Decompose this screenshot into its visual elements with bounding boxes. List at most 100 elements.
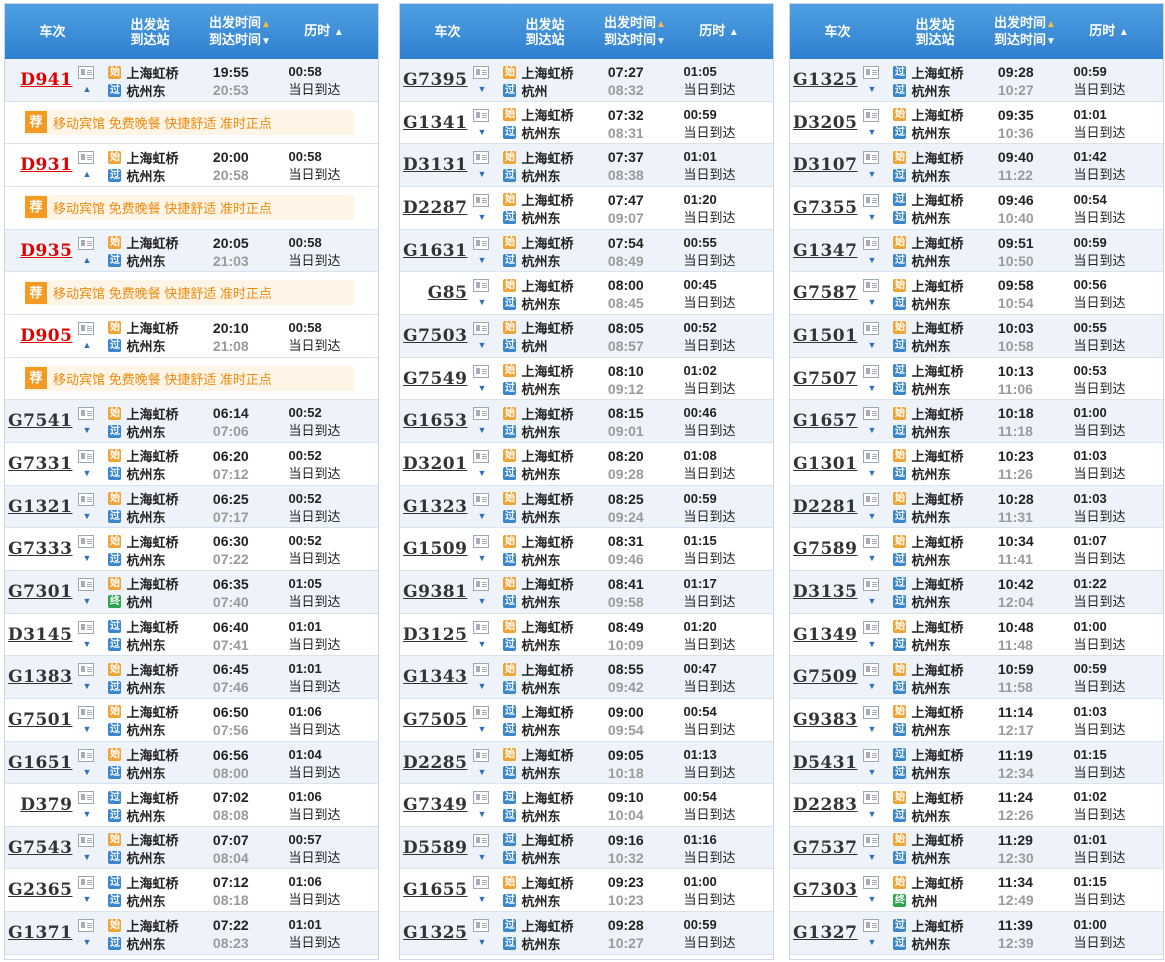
train-number-link[interactable]: G2365 [8,880,72,900]
train-info-icon[interactable] [473,66,490,79]
train-info-icon[interactable] [473,876,490,890]
train-number-link[interactable]: G1651 [8,753,72,773]
promo-row[interactable]: 荐移动宾馆 免费晚餐 快捷舒适 准时正点 [5,357,378,401]
expand-icon[interactable]: ▼ [478,511,487,521]
train-info-icon[interactable] [78,321,95,335]
train-number-link[interactable]: D3201 [403,454,468,474]
table-row[interactable]: G1383 ▼ 始上海虹桥过杭州东 06:45 07:46 01:01 当日到达 [5,656,378,699]
train-info-icon[interactable] [78,663,95,677]
table-row[interactable]: G1321 ▼ 始上海虹桥过杭州东 06:25 07:17 00:52 当日到达 [5,485,378,529]
table-row[interactable]: G1327 ▼ 过上海虹桥过杭州东 11:39 12:39 01:00 当日到达 [790,912,1163,955]
train-info-icon[interactable] [78,620,95,634]
train-number-link[interactable]: G85 [428,283,468,303]
expand-icon[interactable]: ▼ [478,852,487,862]
train-number-link[interactable]: G1631 [403,241,467,261]
train-number-link[interactable]: D2287 [403,198,468,218]
train-info-icon[interactable] [863,449,880,463]
train-number-link[interactable]: D2283 [793,795,858,815]
table-row[interactable]: G1657 ▼ 始上海虹桥过杭州东 10:18 11:18 01:00 当日到达 [790,400,1163,443]
train-info-icon[interactable] [473,535,490,549]
table-row[interactable]: D3205 ▼ 始上海虹桥过杭州东 09:35 10:36 01:01 当日到达 [790,101,1163,145]
train-number-link[interactable]: G7501 [8,710,72,730]
expand-icon[interactable]: ▼ [868,255,877,265]
sort-desc-icon[interactable]: ▼ [261,36,271,47]
table-row[interactable]: G7507 ▼ 过上海虹桥过杭州东 10:13 11:06 00:53 当日到达 [790,357,1163,401]
train-number-link[interactable]: G1371 [8,923,72,943]
expand-icon[interactable]: ▼ [868,852,877,862]
collapse-icon[interactable]: ▲ [83,340,92,350]
train-info-icon[interactable] [78,705,95,719]
collapse-icon[interactable]: ▲ [83,170,92,179]
promo-banner[interactable]: 荐移动宾馆 免费晚餐 快捷舒适 准时正点 [25,365,354,391]
table-row[interactable]: D5589 ▼ 过上海虹桥过杭州东 09:16 10:32 01:16 当日到达 [400,826,773,870]
train-info-icon[interactable] [473,449,490,463]
table-row[interactable]: G1371 ▼ 始上海虹桥过杭州东 07:22 08:23 01:01 当日到达 [5,912,378,955]
expand-icon[interactable]: ▼ [868,212,877,222]
promo-text[interactable]: 移动宾馆 免费晚餐 快捷舒适 准时正点 [53,369,272,388]
train-number-link[interactable]: G1349 [793,625,857,645]
table-row[interactable]: G7587 ▼ 始上海虹桥过杭州东 09:58 10:54 00:56 当日到达 [790,272,1163,315]
table-row[interactable]: G7505 ▼ 过上海虹桥过杭州东 09:00 09:54 00:54 当日到达 [400,698,773,742]
train-number-link[interactable]: G7587 [793,283,857,303]
train-info-icon[interactable] [473,620,490,634]
expand-icon[interactable]: ▼ [868,596,877,606]
train-info-icon[interactable] [473,193,490,207]
expand-icon[interactable]: ▼ [83,596,92,606]
header-duration-column[interactable]: 历时 ▲ [675,23,763,40]
train-info-icon[interactable] [473,151,490,165]
train-info-icon[interactable] [78,492,95,506]
promo-banner[interactable]: 荐移动宾馆 免费晚餐 快捷舒适 准时正点 [25,109,354,135]
train-number-link[interactable]: G1653 [403,411,467,431]
train-number-link[interactable]: G9383 [793,710,857,730]
train-info-icon[interactable] [863,791,880,805]
train-number-link[interactable]: D2285 [403,753,468,773]
table-row[interactable]: G1343 ▼ 始上海虹桥过杭州东 08:55 09:42 00:47 当日到达 [400,656,773,699]
table-row[interactable]: G7549 ▼ 始上海虹桥过杭州东 08:10 09:12 01:02 当日到达 [400,357,773,401]
table-row[interactable]: G7509 ▼ 始上海虹桥过杭州东 10:59 11:58 00:59 当日到达 [790,656,1163,699]
train-info-icon[interactable] [863,193,880,207]
table-row[interactable]: D3125 ▼ 始上海虹桥过杭州东 08:49 10:09 01:20 当日到达 [400,613,773,657]
table-row[interactable]: D2283 ▼ 始上海虹桥过杭州东 11:24 12:26 01:02 当日到达 [790,784,1163,827]
expand-icon[interactable]: ▼ [478,554,487,563]
table-row[interactable]: D2281 ▼ 始上海虹桥过杭州东 10:28 11:31 01:03 当日到达 [790,485,1163,529]
expand-icon[interactable]: ▼ [478,639,487,649]
train-info-icon[interactable] [473,919,490,933]
table-row[interactable]: D2287 ▼ 始上海虹桥过杭州东 07:47 09:07 01:20 当日到达 [400,186,773,230]
table-row[interactable]: G7503 ▼ 始上海虹桥过杭州 08:05 08:57 00:52 当日到达 [400,314,773,358]
train-info-icon[interactable] [473,279,490,293]
sort-asc-icon[interactable]: ▲ [261,19,271,30]
table-row[interactable]: D5431 ▼ 过上海虹桥过杭州东 11:19 12:34 01:15 当日到达 [790,741,1163,785]
table-row[interactable]: D379 ▼ 过上海虹桥过杭州东 07:02 08:08 01:06 当日到达 [5,784,378,827]
train-number-link[interactable]: D3107 [793,155,858,175]
train-number-link[interactable]: G1343 [403,667,467,687]
train-info-icon[interactable] [863,620,880,634]
table-row[interactable]: G9381 ▼ 始上海虹桥过杭州东 08:41 09:58 01:17 当日到达 [400,570,773,614]
train-info-icon[interactable] [78,577,95,591]
table-row[interactable]: G1349 ▼ 始上海虹桥过杭州东 10:48 11:48 01:00 当日到达 [790,613,1163,657]
train-number-link[interactable]: D3145 [8,625,73,645]
table-row[interactable]: G7541 ▼ 始上海虹桥过杭州东 06:14 07:06 00:52 当日到达 [5,400,378,443]
train-number-link[interactable]: G7509 [793,667,857,687]
table-row[interactable]: D941 ▲ 始上海虹桥过杭州东 19:55 20:53 00:58 当日到达 [5,59,378,102]
expand-icon[interactable]: ▼ [83,639,92,649]
table-row[interactable]: G7355 ▼ 过上海虹桥过杭州东 09:46 10:40 00:54 当日到达 [790,186,1163,230]
train-info-icon[interactable] [863,236,880,250]
train-info-icon[interactable] [863,364,880,378]
expand-icon[interactable]: ▼ [83,767,92,777]
promo-banner[interactable]: 荐移动宾馆 免费晚餐 快捷舒适 准时正点 [25,194,354,220]
table-row[interactable]: D2285 ▼ 始上海虹桥过杭州东 09:05 10:18 01:13 当日到达 [400,741,773,785]
header-train-column[interactable]: 车次 [400,24,495,39]
train-number-link[interactable]: G7331 [8,454,72,474]
train-info-icon[interactable] [473,321,490,335]
table-row[interactable]: G7333 ▼ 始上海虹桥过杭州东 06:30 07:22 00:52 当日到达 [5,528,378,571]
expand-icon[interactable]: ▼ [478,85,487,94]
expand-icon[interactable]: ▼ [868,682,877,691]
train-info-icon[interactable] [473,748,490,762]
expand-icon[interactable]: ▼ [83,682,92,691]
expand-icon[interactable]: ▼ [868,938,877,947]
train-number-link[interactable]: G7589 [793,539,857,559]
expand-icon[interactable]: ▼ [83,724,92,734]
sort-asc-icon[interactable]: ▲ [656,19,666,30]
expand-icon[interactable]: ▼ [83,554,92,563]
train-number-link[interactable]: G1383 [8,667,72,687]
